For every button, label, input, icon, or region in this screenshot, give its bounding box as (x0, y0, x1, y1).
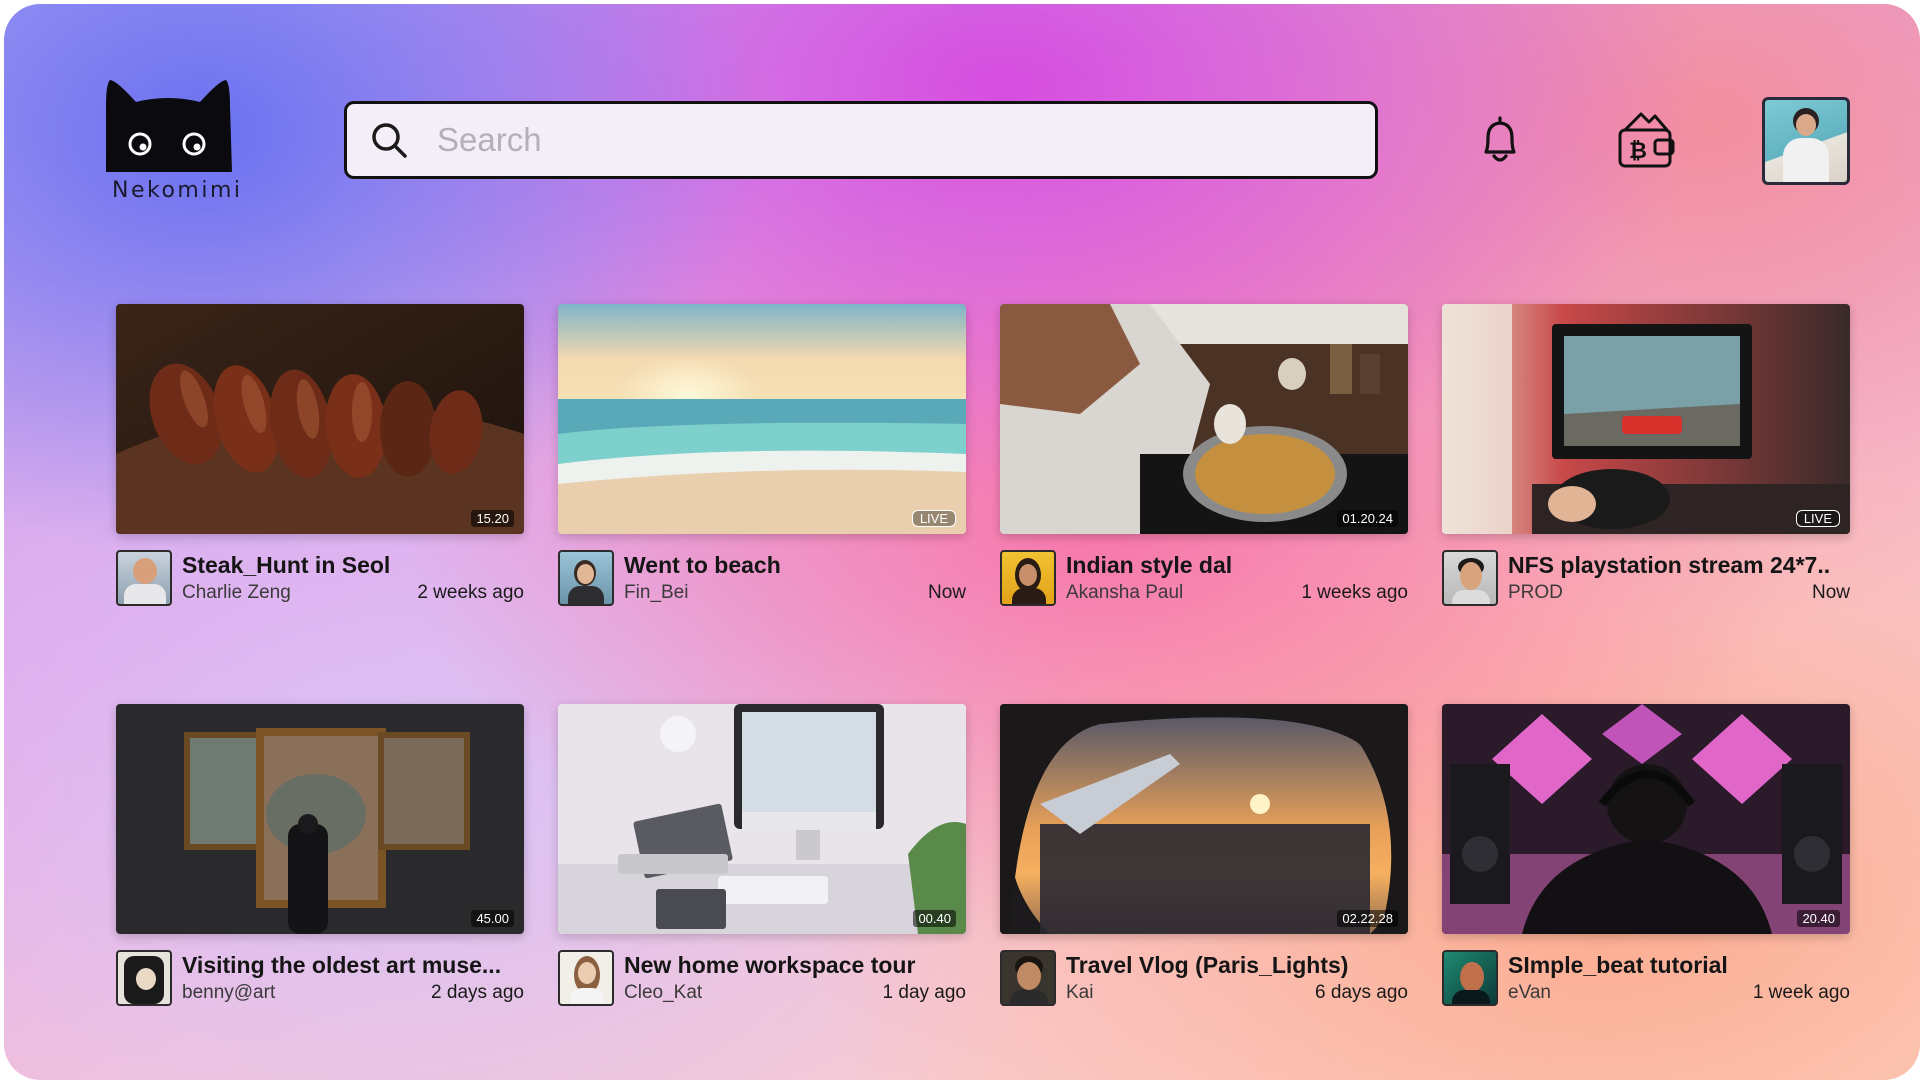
video-grid: 15.20 Steak_Hunt in Seol Charlie Zeng 2 … (116, 304, 1850, 1010)
channel-avatar[interactable] (116, 950, 172, 1006)
video-card[interactable]: 45.00 Visiting the oldest art muse... be… (116, 704, 524, 1010)
search-input[interactable] (435, 120, 1339, 160)
channel-name[interactable]: Cleo_Kat (624, 982, 702, 1004)
channel-name[interactable]: Fin_Bei (624, 582, 688, 604)
brand-name: Nekomimi (112, 178, 243, 203)
video-thumbnail[interactable]: LIVE (558, 304, 966, 534)
channel-avatar[interactable] (558, 950, 614, 1006)
video-title[interactable]: New home workspace tour (624, 950, 966, 980)
video-thumbnail[interactable]: 15.20 (116, 304, 524, 534)
channel-avatar[interactable] (116, 550, 172, 606)
video-thumbnail[interactable]: 20.40 (1442, 704, 1850, 934)
logo[interactable]: Nekomimi (100, 76, 240, 203)
video-thumbnail[interactable]: 00.40 (558, 704, 966, 934)
video-thumbnail[interactable]: 02.22.28 (1000, 704, 1408, 934)
search-icon[interactable] (369, 120, 409, 160)
live-badge: LIVE (911, 510, 956, 527)
video-title[interactable]: Visiting the oldest art muse... (182, 950, 524, 980)
upload-time: Now (1811, 582, 1850, 603)
channel-name[interactable]: Kai (1066, 982, 1093, 1004)
video-thumbnail[interactable]: 45.00 (116, 704, 524, 934)
channel-avatar[interactable] (1442, 950, 1498, 1006)
upload-time: Now (927, 582, 966, 603)
upload-time: 1 day ago (882, 982, 966, 1003)
channel-name[interactable]: PROD (1508, 582, 1563, 604)
upload-time: 6 days ago (1315, 982, 1408, 1003)
channel-name[interactable]: Charlie Zeng (182, 582, 291, 604)
video-title[interactable]: Travel Vlog (Paris_Lights) (1066, 950, 1408, 980)
duration-badge: 01.20.24 (1337, 510, 1398, 527)
video-title[interactable]: NFS playstation stream 24*7.. (1508, 550, 1850, 580)
app-frame: Nekomimi ₿ (4, 4, 1920, 1080)
bell-icon[interactable] (1472, 112, 1528, 168)
duration-badge: 45.00 (471, 910, 514, 927)
video-title[interactable]: Indian style dal (1066, 550, 1408, 580)
channel-name[interactable]: Akansha Paul (1066, 582, 1183, 604)
video-card[interactable]: LIVE NFS playstation stream 24*7.. PROD … (1442, 304, 1850, 610)
upload-time: 1 week ago (1752, 982, 1850, 1003)
live-badge: LIVE (1795, 510, 1840, 527)
channel-avatar[interactable] (1442, 550, 1498, 606)
search-bar[interactable] (344, 101, 1378, 179)
video-card[interactable]: 00.40 New home workspace tour Cleo_Kat 1… (558, 704, 966, 1010)
channel-name[interactable]: eVan (1508, 982, 1551, 1004)
upload-time: 2 weeks ago (417, 582, 524, 603)
video-card[interactable]: 01.20.24 Indian style dal Akansha Paul 1… (1000, 304, 1408, 610)
video-thumbnail[interactable]: LIVE (1442, 304, 1850, 534)
profile-avatar[interactable] (1762, 97, 1850, 185)
video-card[interactable]: LIVE Went to beach Fin_Bei Now (558, 304, 966, 610)
video-title[interactable]: SImple_beat tutorial (1508, 950, 1850, 980)
channel-avatar[interactable] (558, 550, 614, 606)
channel-avatar[interactable] (1000, 550, 1056, 606)
video-thumbnail[interactable]: 01.20.24 (1000, 304, 1408, 534)
channel-name[interactable]: benny@art (182, 982, 275, 1004)
video-title[interactable]: Went to beach (624, 550, 966, 580)
duration-badge: 02.22.28 (1337, 910, 1398, 927)
video-card[interactable]: 20.40 SImple_beat tutorial eVan 1 week a… (1442, 704, 1850, 1010)
channel-avatar[interactable] (1000, 950, 1056, 1006)
duration-badge: 15.20 (471, 510, 514, 527)
video-card[interactable]: 15.20 Steak_Hunt in Seol Charlie Zeng 2 … (116, 304, 524, 610)
cat-face-icon (106, 80, 232, 172)
duration-badge: 20.40 (1797, 910, 1840, 927)
bitcoin-wallet-icon[interactable]: ₿ (1615, 108, 1677, 172)
upload-time: 1 weeks ago (1301, 582, 1408, 603)
duration-badge: 00.40 (913, 910, 956, 927)
video-title[interactable]: Steak_Hunt in Seol (182, 550, 524, 580)
upload-time: 2 days ago (431, 982, 524, 1003)
svg-text:₿: ₿ (1629, 139, 1647, 164)
video-card[interactable]: 02.22.28 Travel Vlog (Paris_Lights) Kai … (1000, 704, 1408, 1010)
